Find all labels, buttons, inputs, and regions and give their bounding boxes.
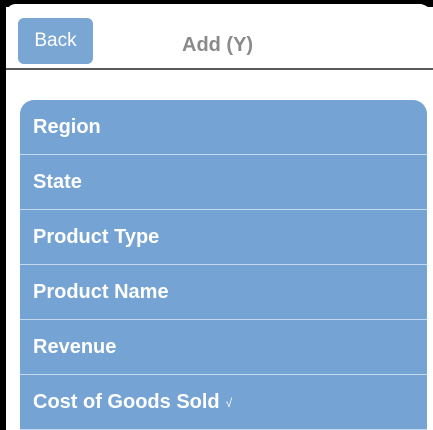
page-title: Add (Y) (182, 34, 254, 56)
list-item-label-wrapper: Cost of Goods Sold √ (33, 375, 232, 429)
back-button[interactable]: Back (18, 18, 93, 64)
list-item-cost-of-goods-sold[interactable]: Cost of Goods Sold √ (20, 375, 427, 430)
list-item-label: Revenue (33, 336, 117, 358)
field-list: Region State Product Type Product Name R… (20, 100, 427, 430)
app-frame: Back Add (Y) Region State Product Type P… (0, 0, 433, 430)
list-item-product-type[interactable]: Product Type (20, 210, 427, 265)
screen: Back Add (Y) Region State Product Type P… (6, 4, 433, 430)
list-item-region[interactable]: Region (20, 100, 427, 155)
checkmark-icon: √ (225, 395, 233, 410)
list-item-label: Product Name (33, 281, 169, 303)
list-item-product-name[interactable]: Product Name (20, 265, 427, 320)
list-item-state[interactable]: State (20, 155, 427, 210)
list-item-revenue[interactable]: Revenue (20, 320, 427, 375)
list-item-label: Cost of Goods Sold (33, 391, 220, 413)
list-item-label: State (33, 171, 82, 193)
navigation-bar: Back Add (Y) (6, 4, 433, 70)
list-item-label: Product Type (33, 226, 160, 248)
list-item-label: Region (33, 116, 101, 138)
